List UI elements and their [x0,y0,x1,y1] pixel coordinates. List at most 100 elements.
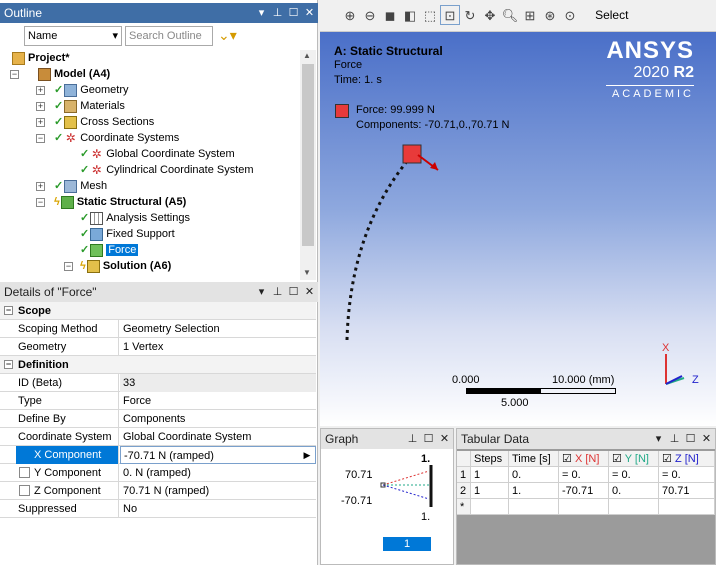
collapse-toggle[interactable]: − [4,306,13,315]
outline-search-input[interactable]: Search Outline [125,26,213,46]
collapse-toggle[interactable]: − [64,262,73,271]
tree-item-global-cs[interactable]: ✓ ✲ Global Coordinate System [80,146,235,162]
tree-item-static-structural[interactable]: ϟ Static Structural (A5) [54,194,186,210]
table-cell[interactable]: 70.71 [659,483,715,499]
table-cell[interactable]: 0. [509,467,559,483]
rotate-icon[interactable]: ↻ [460,6,480,26]
expand-toggle[interactable]: + [36,86,45,95]
zoom-out-icon[interactable]: ⊖ [360,6,380,26]
pin-icon[interactable]: ⊥ [668,429,681,449]
table-cell[interactable]: 0. [609,483,659,499]
maximize-icon[interactable]: ☐ [422,429,435,449]
tree-item-solution[interactable]: ϟ Solution (A6) [80,258,171,274]
prop-geometry[interactable]: Geometry 1 Vertex [0,338,316,356]
expand-toggle[interactable]: + [36,118,45,127]
maximize-icon[interactable]: ☐ [287,3,300,23]
filter-toggle-icon[interactable]: ⌄▾ [218,27,237,44]
prop-suppressed[interactable]: Suppressed No [0,500,316,518]
col-header-y[interactable]: ☑ Y [N] [609,451,659,467]
prop-value[interactable]: 1 Vertex [120,338,316,356]
prop-z-component[interactable]: Z Component 70.71 N (ramped) [0,482,316,500]
expand-toggle[interactable]: + [36,182,45,191]
zoom-select-icon[interactable]: ⊙ [560,6,580,26]
dropdown-icon[interactable]: ▾ [652,429,665,449]
table-cell[interactable] [659,499,715,515]
close-icon[interactable]: ✕ [438,429,451,449]
pin-icon[interactable]: ⊥ [271,282,284,302]
maximize-icon[interactable]: ☐ [287,282,300,302]
prop-y-component[interactable]: Y Component 0. N (ramped) [0,464,316,482]
prop-value[interactable]: -70.71 N (ramped) [120,446,316,464]
prop-type[interactable]: Type Force [0,392,316,410]
collapse-toggle[interactable]: − [4,360,13,369]
pin-icon[interactable]: ⊥ [406,429,419,449]
prop-id[interactable]: ID (Beta) 33 [0,374,316,392]
close-icon[interactable]: ✕ [700,429,713,449]
table-cell[interactable] [509,499,559,515]
tree-item-project[interactable]: Project* [12,50,70,66]
graphics-viewport[interactable]: A: Static Structural Force Time: 1. s Fo… [320,32,716,426]
pin-icon[interactable]: ⊥ [271,3,284,23]
tree-item-model[interactable]: Model (A4) [38,66,110,82]
section-scope[interactable]: − Scope [0,302,316,320]
tree-item-mesh[interactable]: ✓ Mesh [54,178,107,194]
shaded-edges-icon[interactable]: ◧ [400,6,420,26]
close-icon[interactable]: ✕ [303,3,316,23]
table-cell[interactable]: 1 [471,483,509,499]
table-cell[interactable]: = 0. [609,467,659,483]
maximize-icon[interactable]: ☐ [684,429,697,449]
scroll-up-icon[interactable]: ▲ [303,51,311,60]
zoom-fit-icon[interactable]: ⊛ [540,6,560,26]
table-cell[interactable]: = 0. [659,467,715,483]
tree-item-force[interactable]: ✓ Force [80,242,139,258]
pan-icon[interactable]: ✥ [480,6,500,26]
tree-item-geometry[interactable]: ✓ Geometry [54,82,129,98]
prop-value[interactable]: Geometry Selection [120,320,316,338]
tree-item-cylindrical-cs[interactable]: ✓ ✲ Cylindrical Coordinate System [80,162,254,178]
prop-value[interactable]: 0. N (ramped) [120,464,316,482]
prop-x-component[interactable]: X Component -70.71 N (ramped) ▶ [0,446,316,464]
prop-scoping-method[interactable]: Scoping Method Geometry Selection [0,320,316,338]
select-dropdown[interactable]: Select [595,5,628,25]
collapse-toggle[interactable]: − [36,198,45,207]
prop-define-by[interactable]: Define By Components [0,410,316,428]
outline-filter-select[interactable]: Name ▾ [24,26,122,46]
collapse-toggle[interactable]: − [36,134,45,143]
prop-value[interactable]: Force [120,392,316,410]
prop-value[interactable]: Global Coordinate System [120,428,316,446]
tree-item-fixed-support[interactable]: ✓ Fixed Support [80,226,175,242]
box-select-icon[interactable]: ⊡ [440,5,460,25]
dropdown-icon[interactable]: ▾ [255,282,268,302]
table-cell[interactable]: 1. [509,483,559,499]
expand-toggle[interactable]: + [36,102,45,111]
collapse-toggle[interactable]: − [10,70,19,79]
shaded-view-icon[interactable]: ◼ [380,6,400,26]
wireframe-icon[interactable]: ⬚ [420,6,440,26]
section-definition[interactable]: − Definition [0,356,316,374]
scroll-thumb[interactable] [302,64,314,246]
close-icon[interactable]: ✕ [303,282,316,302]
table-cell[interactable]: = 0. [559,467,609,483]
table-cell[interactable] [609,499,659,515]
prop-value[interactable]: Components [120,410,316,428]
zoom-in-icon[interactable]: ⊕ [340,6,360,26]
tree-item-materials[interactable]: ✓ Materials [54,98,125,114]
prop-coordinate-system[interactable]: Coordinate System Global Coordinate Syste… [0,428,316,446]
dropdown-icon[interactable]: ▾ [255,3,268,23]
flyout-arrow-icon[interactable]: ▶ [300,446,314,464]
zoom-box-icon[interactable]: ⊞ [520,6,540,26]
table-cell[interactable] [471,499,509,515]
table-cell[interactable]: -70.71 [559,483,609,499]
prop-value[interactable]: 70.71 N (ramped) [120,482,316,500]
outline-scrollbar[interactable]: ▲ ▼ [300,50,316,280]
table-cell[interactable] [559,499,609,515]
tree-item-analysis-settings[interactable]: ✓ Analysis Settings [80,210,190,226]
tree-item-coordinate-systems[interactable]: ✓ ✲ Coordinate Systems [54,130,179,146]
prop-value[interactable]: No [120,500,316,518]
zoom-icon[interactable]: 🔍︎ [500,6,520,26]
scroll-down-icon[interactable]: ▼ [303,268,311,277]
step-button[interactable]: 1 [383,537,431,551]
col-header-x[interactable]: ☑ X [N] [559,451,609,467]
tree-item-cross-sections[interactable]: ✓ Cross Sections [54,114,154,130]
table-cell[interactable]: 1 [471,467,509,483]
